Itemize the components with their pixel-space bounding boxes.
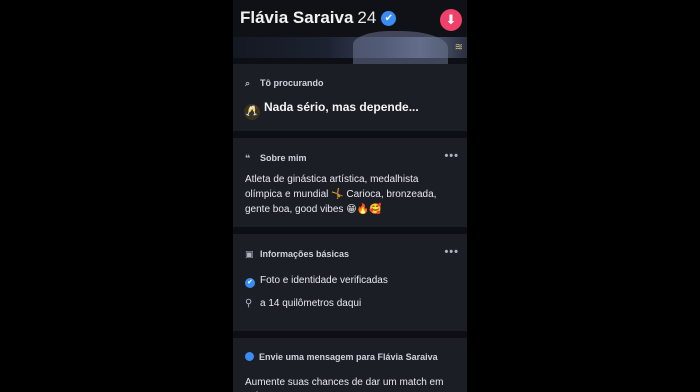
verified-badge-icon: ✔	[381, 11, 397, 26]
info-item-label: Foto e identidade verificadas	[260, 275, 388, 286]
message-card[interactable]: Envie uma mensagem para Flávia Saraiva A…	[233, 338, 467, 392]
info-item-label: a 14 quilômetros daqui	[260, 298, 362, 309]
profile-screen: Flávia Saraiva 24 ✔ ⬇ ≋ ⌕ Tô procurando 🥂 Na…	[233, 0, 467, 392]
location-pin-icon: ⚲	[245, 298, 253, 309]
profile-name: Flávia Saraiva	[240, 8, 354, 27]
basic-info-title: Informações básicas	[260, 249, 350, 259]
champagne-icon: 🥂	[244, 104, 260, 120]
about-more-button[interactable]: •••	[444, 150, 459, 162]
basic-info-title-row: ▣ Informações básicas	[245, 249, 349, 260]
profile-age: 24	[357, 8, 377, 27]
message-bubble-icon	[245, 352, 254, 361]
profile-header: Flávia Saraiva 24 ✔ ⬇	[233, 0, 467, 37]
info-item-verified: ✔ Foto e identidade verificadas	[245, 275, 388, 288]
about-card: ❝ Sobre mim ••• Atleta de ginástica artís…	[233, 138, 467, 227]
about-title-row: ❝ Sobre mim	[245, 153, 307, 164]
looking-for-value-row: 🥂 Nada sério, mas depende...	[244, 100, 419, 120]
message-text: Aumente suas chances de dar um match em …	[245, 377, 444, 392]
basic-info-card: ▣ Informações básicas ••• ✔ Foto e identid…	[233, 234, 467, 331]
profile-name-line: Flávia Saraiva 24 ✔	[240, 8, 397, 28]
message-title: Envie uma mensagem para Flávia Saraiva	[259, 352, 438, 362]
quote-icon: ❝	[245, 153, 251, 163]
about-text: Atleta de ginástica artística, medalhist…	[245, 174, 437, 215]
info-item-distance: ⚲ a 14 quilômetros daqui	[245, 298, 361, 309]
looking-for-card: ⌕ Tô procurando 🥂 Nada sério, mas depende.…	[233, 64, 467, 131]
looking-for-title-row: ⌕ Tô procurando	[245, 78, 324, 89]
looking-for-value: Nada sério, mas depende...	[264, 100, 419, 114]
arrow-down-icon: ⬇	[445, 12, 457, 27]
verified-check-icon: ✔	[245, 278, 255, 288]
looking-for-title: Tô procurando	[260, 78, 324, 88]
search-icon: ⌕	[245, 78, 251, 88]
id-card-icon: ▣	[245, 249, 254, 259]
profile-photo[interactable]: ≋	[233, 31, 467, 65]
close-profile-button[interactable]: ⬇	[440, 9, 462, 31]
message-title-row: Envie uma mensagem para Flávia Saraiva	[245, 352, 438, 362]
basic-info-more-button[interactable]: •••	[444, 246, 459, 258]
medal-stripes-icon: ≋	[454, 42, 463, 53]
about-title: Sobre mim	[260, 153, 307, 163]
